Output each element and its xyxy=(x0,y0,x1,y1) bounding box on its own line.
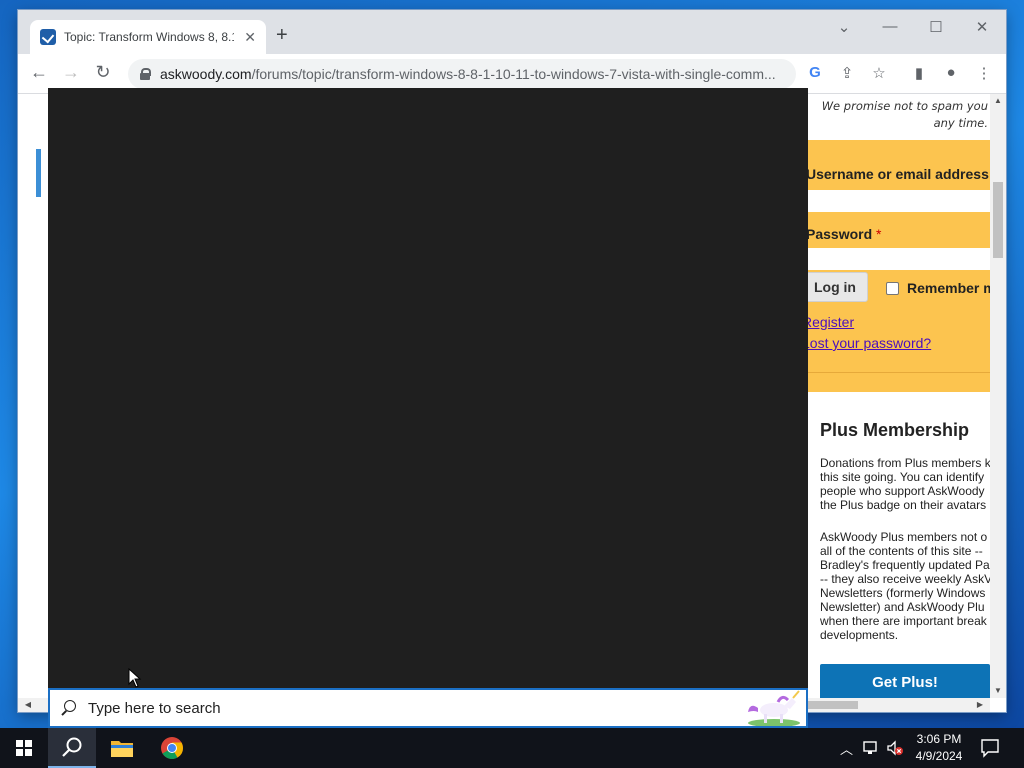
plus-line: Bradley's frequently updated Pa xyxy=(820,558,990,572)
clock-date: 4/9/2024 xyxy=(915,749,963,763)
content-accent-bar xyxy=(36,149,41,197)
browser-menu-icon[interactable]: ⋮ xyxy=(973,64,995,82)
lost-password-link[interactable]: Lost your password? xyxy=(802,335,931,351)
back-icon[interactable]: ← xyxy=(26,62,52,83)
notification-center-icon[interactable] xyxy=(980,738,1000,758)
taskbar-search-button[interactable] xyxy=(48,728,96,768)
right-sidebar: We promise not to spam you any time. Use… xyxy=(802,94,1004,712)
search-flyout-panel xyxy=(48,88,808,688)
lock-icon xyxy=(140,68,151,80)
plus-membership-title: Plus Membership xyxy=(820,420,970,440)
username-input[interactable] xyxy=(806,190,990,212)
windows-logo-icon xyxy=(16,740,32,756)
plus-line: Donations from Plus members k xyxy=(820,456,990,470)
minimize-icon[interactable]: — xyxy=(875,18,905,35)
close-tab-icon[interactable]: ✕ xyxy=(244,29,256,46)
close-window-icon[interactable]: ✕ xyxy=(967,18,997,36)
remember-me[interactable]: Remember me xyxy=(878,280,1004,296)
username-label: Username or email address * xyxy=(806,166,998,182)
chrome-icon xyxy=(161,737,183,759)
reload-icon[interactable]: ↻ xyxy=(90,62,116,83)
scroll-up-arrow-icon[interactable]: ▲ xyxy=(990,96,1006,105)
vertical-scrollbar[interactable]: ▲ ▼ xyxy=(990,94,1006,698)
plus-line: when there are important break xyxy=(820,614,987,628)
askwoody-favicon-icon xyxy=(40,29,56,45)
search-icon xyxy=(62,737,82,757)
plus-line: Newsletters (formerly Windows xyxy=(820,586,986,600)
login-divider xyxy=(806,372,990,373)
plus-line: AskWoody Plus members not o xyxy=(820,530,988,544)
remember-me-checkbox[interactable] xyxy=(886,281,899,295)
show-hidden-icons-icon[interactable]: ︿ xyxy=(840,728,853,768)
share-icon[interactable]: ⇪ xyxy=(836,64,858,82)
tab-title: Topic: Transform Windows 8, 8.1 xyxy=(64,30,234,44)
unicorn-search-highlight-icon xyxy=(748,690,800,726)
browser-titlebar: Topic: Transform Windows 8, 8.1 ✕ + ⌄ — … xyxy=(18,10,1006,54)
address-bar[interactable]: askwoody.com/forums/topic/transform-wind… xyxy=(128,59,796,89)
browser-tab[interactable]: Topic: Transform Windows 8, 8.1 ✕ xyxy=(30,20,266,54)
scroll-left-arrow-icon[interactable]: ◀ xyxy=(20,700,36,709)
plus-line: the Plus badge on their avatars xyxy=(820,498,987,512)
plus-line: developments. xyxy=(820,628,899,642)
volume-muted-icon[interactable] xyxy=(886,739,904,757)
tab-search-icon[interactable]: ⌄ xyxy=(829,18,859,36)
scroll-right-arrow-icon[interactable]: ▶ xyxy=(972,700,988,709)
url-text: askwoody.com/forums/topic/transform-wind… xyxy=(160,66,776,82)
plus-line: Newsletter) and AskWoody Plu xyxy=(820,600,985,614)
start-button[interactable] xyxy=(0,728,48,768)
search-icon xyxy=(60,700,76,716)
mouse-cursor-icon xyxy=(128,668,142,688)
clock-time: 3:06 PM xyxy=(916,732,962,746)
taskbar-clock[interactable]: 3:06 PM 4/9/2024 xyxy=(906,731,972,765)
bookmark-star-icon[interactable]: ☆ xyxy=(868,64,890,82)
google-lens-icon[interactable]: G xyxy=(804,64,826,81)
side-panel-icon[interactable]: ▮ xyxy=(908,64,930,82)
taskbar-search-box[interactable]: Type here to search xyxy=(48,688,808,728)
folder-icon xyxy=(111,741,133,757)
taskbar: ︿ 3:06 PM 4/9/2024 xyxy=(0,728,1024,768)
profile-avatar-icon[interactable]: ● xyxy=(940,64,962,81)
password-input[interactable] xyxy=(806,248,990,270)
maximize-icon[interactable]: ☐ xyxy=(921,18,951,36)
login-panel: Username or email address * Password * L… xyxy=(802,140,1004,392)
password-label: Password * xyxy=(806,226,882,242)
vertical-scroll-thumb[interactable] xyxy=(993,182,1003,258)
plus-line: people who support AskWoody xyxy=(820,484,985,498)
new-tab-icon[interactable]: + xyxy=(276,24,288,47)
get-plus-button[interactable]: Get Plus! xyxy=(820,664,990,700)
spam-promise-text: We promise not to spam you any time. xyxy=(821,99,988,130)
scroll-down-arrow-icon[interactable]: ▼ xyxy=(990,686,1006,695)
plus-line: this site going. You can identify xyxy=(820,470,985,484)
forward-icon[interactable]: → xyxy=(58,62,84,83)
network-icon[interactable] xyxy=(862,739,880,757)
login-button[interactable]: Log in xyxy=(802,272,868,302)
register-link[interactable]: Register xyxy=(802,314,854,330)
file-explorer-button[interactable] xyxy=(98,728,146,768)
search-placeholder: Type here to search xyxy=(88,699,221,717)
plus-line: -- they also receive weekly AskV xyxy=(820,572,990,586)
chrome-taskbar-button[interactable] xyxy=(148,728,196,768)
plus-line: all of the contents of this site -- xyxy=(820,544,983,558)
